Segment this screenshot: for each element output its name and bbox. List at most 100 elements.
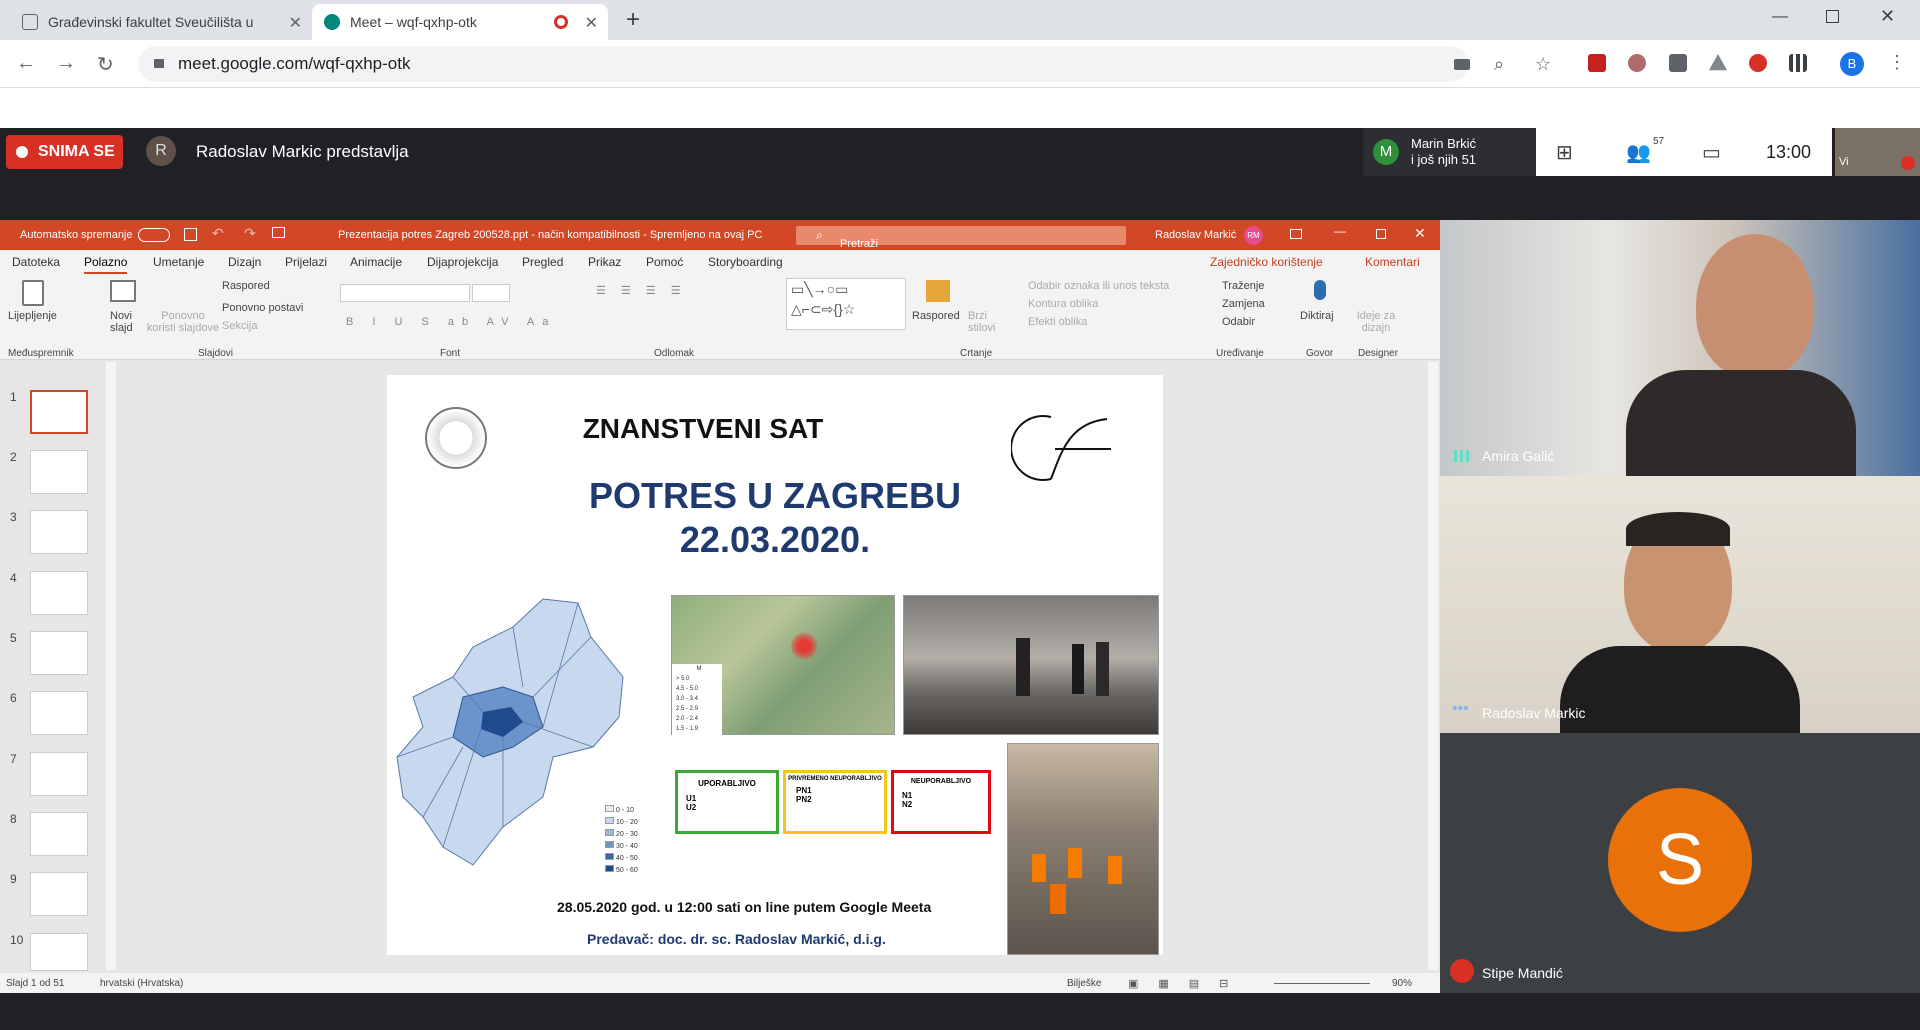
camera-icon[interactable]	[1454, 59, 1470, 70]
tab-transitions[interactable]: Prijelazi	[285, 255, 327, 269]
undo-icon[interactable]: ↶	[212, 225, 224, 242]
thumb-slide[interactable]	[30, 872, 88, 916]
tab-file[interactable]: Datoteka	[12, 255, 60, 269]
shape-effects-button[interactable]: Efekti oblika	[1028, 316, 1087, 328]
tab-animations[interactable]: Animacije	[350, 255, 402, 269]
section-button[interactable]: Sekcija	[222, 320, 257, 332]
tab-view[interactable]: Prikaz	[588, 255, 621, 269]
thumb-slide[interactable]	[30, 510, 88, 554]
font-name-field[interactable]	[340, 284, 470, 302]
extension-shield-icon[interactable]	[1669, 54, 1687, 72]
save-icon[interactable]	[184, 228, 197, 241]
tab-design[interactable]: Dizajn	[228, 255, 261, 269]
close-tab-icon[interactable]: ✕	[585, 13, 598, 33]
zoom-icon[interactable]: ⌕	[1494, 46, 1504, 82]
tab-meet[interactable]: Meet – wqf-qxhp-otk ✕	[312, 4, 608, 40]
find-button[interactable]: Traženje	[1222, 280, 1264, 292]
new-slide-button[interactable]: Novi slajd	[110, 310, 138, 334]
arrange-button[interactable]: Raspored	[912, 310, 960, 322]
tab-review[interactable]: Pregled	[522, 255, 563, 269]
new-tab-icon[interactable]: +	[626, 6, 640, 34]
forward-icon[interactable]: →	[56, 52, 76, 75]
shape-fill-button[interactable]: Odabir oznaka ili unos teksta	[1028, 280, 1169, 292]
layout-grid-icon[interactable]: ⊞	[1556, 140, 1573, 165]
ppt-minimize-icon[interactable]: —	[1334, 224, 1346, 238]
view-buttons[interactable]: ▣▦▤⊟	[1128, 977, 1248, 990]
group-slides: Slajdovi	[198, 348, 234, 359]
reuse-slides-button[interactable]: Ponovno koristi slajdove	[146, 310, 220, 334]
thumb-slide[interactable]	[30, 571, 88, 615]
thumb-slide[interactable]	[30, 933, 88, 971]
thumb-slide[interactable]	[30, 812, 88, 856]
apps-grid-icon[interactable]	[1789, 54, 1807, 72]
tab-insert[interactable]: Umetanje	[153, 255, 204, 269]
tab-home[interactable]: Polazno	[84, 255, 128, 274]
share-button[interactable]: Zajedničko korištenje	[1210, 255, 1323, 269]
participant-tile[interactable]: ••• Radoslav Markic	[1440, 476, 1920, 733]
tab-storyboarding[interactable]: Storyboarding	[708, 255, 783, 269]
close-tab-icon[interactable]: ✕	[289, 13, 302, 33]
autosave-toggle[interactable]	[138, 228, 170, 242]
tab-help[interactable]: Pomoć	[646, 255, 683, 269]
shape-outline-button[interactable]: Kontura oblika	[1028, 298, 1098, 310]
ribbon-display-icon[interactable]	[1290, 229, 1302, 239]
participant-summary[interactable]: M Marin Brkić i još njih 51	[1363, 128, 1536, 176]
extension-apple-icon[interactable]	[1749, 54, 1767, 72]
extension-bug-icon[interactable]	[1628, 54, 1646, 72]
profile-avatar[interactable]: B	[1840, 52, 1864, 76]
zoom-slider[interactable]	[1274, 983, 1370, 984]
faculty-favicon-icon	[22, 14, 38, 30]
menu-kebab-icon[interactable]: ⋮	[1888, 52, 1906, 73]
participant-tile[interactable]: Amira Galić	[1440, 220, 1920, 476]
design-ideas-button[interactable]: Ideje za dizajn	[1356, 310, 1396, 334]
extension-drive-icon[interactable]	[1709, 54, 1727, 71]
chat-icon[interactable]: ▭	[1702, 140, 1721, 165]
ppt-restore-icon[interactable]	[1376, 229, 1386, 239]
extension-red-icon[interactable]	[1588, 54, 1606, 72]
font-format-icons[interactable]: B I U S ab AV Aa	[346, 316, 556, 328]
self-view[interactable]: Vi	[1835, 128, 1920, 176]
font-size-field[interactable]	[472, 284, 510, 302]
reset-button[interactable]: Ponovno postavi	[222, 302, 303, 314]
thumb-slide[interactable]	[30, 631, 88, 675]
thumb-slide[interactable]	[30, 450, 88, 494]
label-green: UPORABLJIVO U1 U2	[675, 770, 779, 834]
ppt-close-icon[interactable]: ✕	[1414, 225, 1426, 242]
close-window-icon[interactable]: ✕	[1880, 6, 1895, 27]
ppt-search-box[interactable]: ⌕ Pretraži	[796, 226, 1126, 250]
shapes-gallery[interactable]: ▭╲→○▭ △⌐⊂⇨{}☆	[786, 278, 906, 330]
thumb-slide[interactable]	[30, 752, 88, 796]
address-field[interactable]: meet.google.com/wqf-qxhp-otk ⌕ ☆	[138, 46, 1551, 82]
tab-slideshow[interactable]: Dijaprojekcija	[427, 255, 498, 269]
reload-icon[interactable]: ↻	[97, 52, 114, 77]
photo-person	[1016, 638, 1030, 696]
notes-button[interactable]: Bilješke	[1067, 978, 1101, 989]
paragraph-icons[interactable]: ☰ ☰ ☰ ☰	[596, 284, 687, 297]
code-pn2: PN2	[796, 795, 812, 804]
thumb-slide[interactable]	[30, 691, 88, 735]
comments-button[interactable]: Komentari	[1365, 255, 1420, 269]
bookmark-star-icon[interactable]: ☆	[1535, 46, 1551, 82]
quick-styles-button[interactable]: Brzi stilovi	[968, 310, 998, 334]
more-options-icon[interactable]: •••	[1452, 700, 1469, 718]
participant-tile[interactable]: S Stipe Mandić	[1440, 733, 1920, 993]
present-icon[interactable]	[272, 227, 285, 238]
restore-icon[interactable]	[1826, 10, 1839, 23]
minimize-icon[interactable]: —	[1772, 8, 1788, 26]
label-yellow-title: PRIVREMENO NEUPORABLJIVO	[788, 776, 882, 782]
replace-button[interactable]: Zamjena	[1222, 298, 1265, 310]
paste-button[interactable]: Lijepljenje	[8, 310, 57, 322]
select-button[interactable]: Odabir	[1222, 316, 1255, 328]
ppt-user-avatar[interactable]: RM	[1244, 226, 1263, 245]
redo-icon[interactable]: ↷	[244, 225, 256, 242]
dictate-button[interactable]: Diktiraj	[1300, 310, 1334, 322]
zoom-level[interactable]: 90%	[1392, 978, 1412, 989]
layout-button[interactable]: Raspored	[222, 280, 270, 292]
canvas-scrollbar[interactable]	[1428, 362, 1438, 970]
people-icon[interactable]: 👥	[1626, 140, 1651, 165]
back-icon[interactable]: ←	[16, 52, 36, 75]
thumb-slide[interactable]	[30, 390, 88, 434]
tab-faculty[interactable]: Građevinski fakultet Sveučilišta u ✕	[10, 4, 312, 40]
thumbnail-scrollbar[interactable]	[106, 362, 116, 970]
language-status[interactable]: hrvatski (Hrvatska)	[100, 978, 183, 989]
